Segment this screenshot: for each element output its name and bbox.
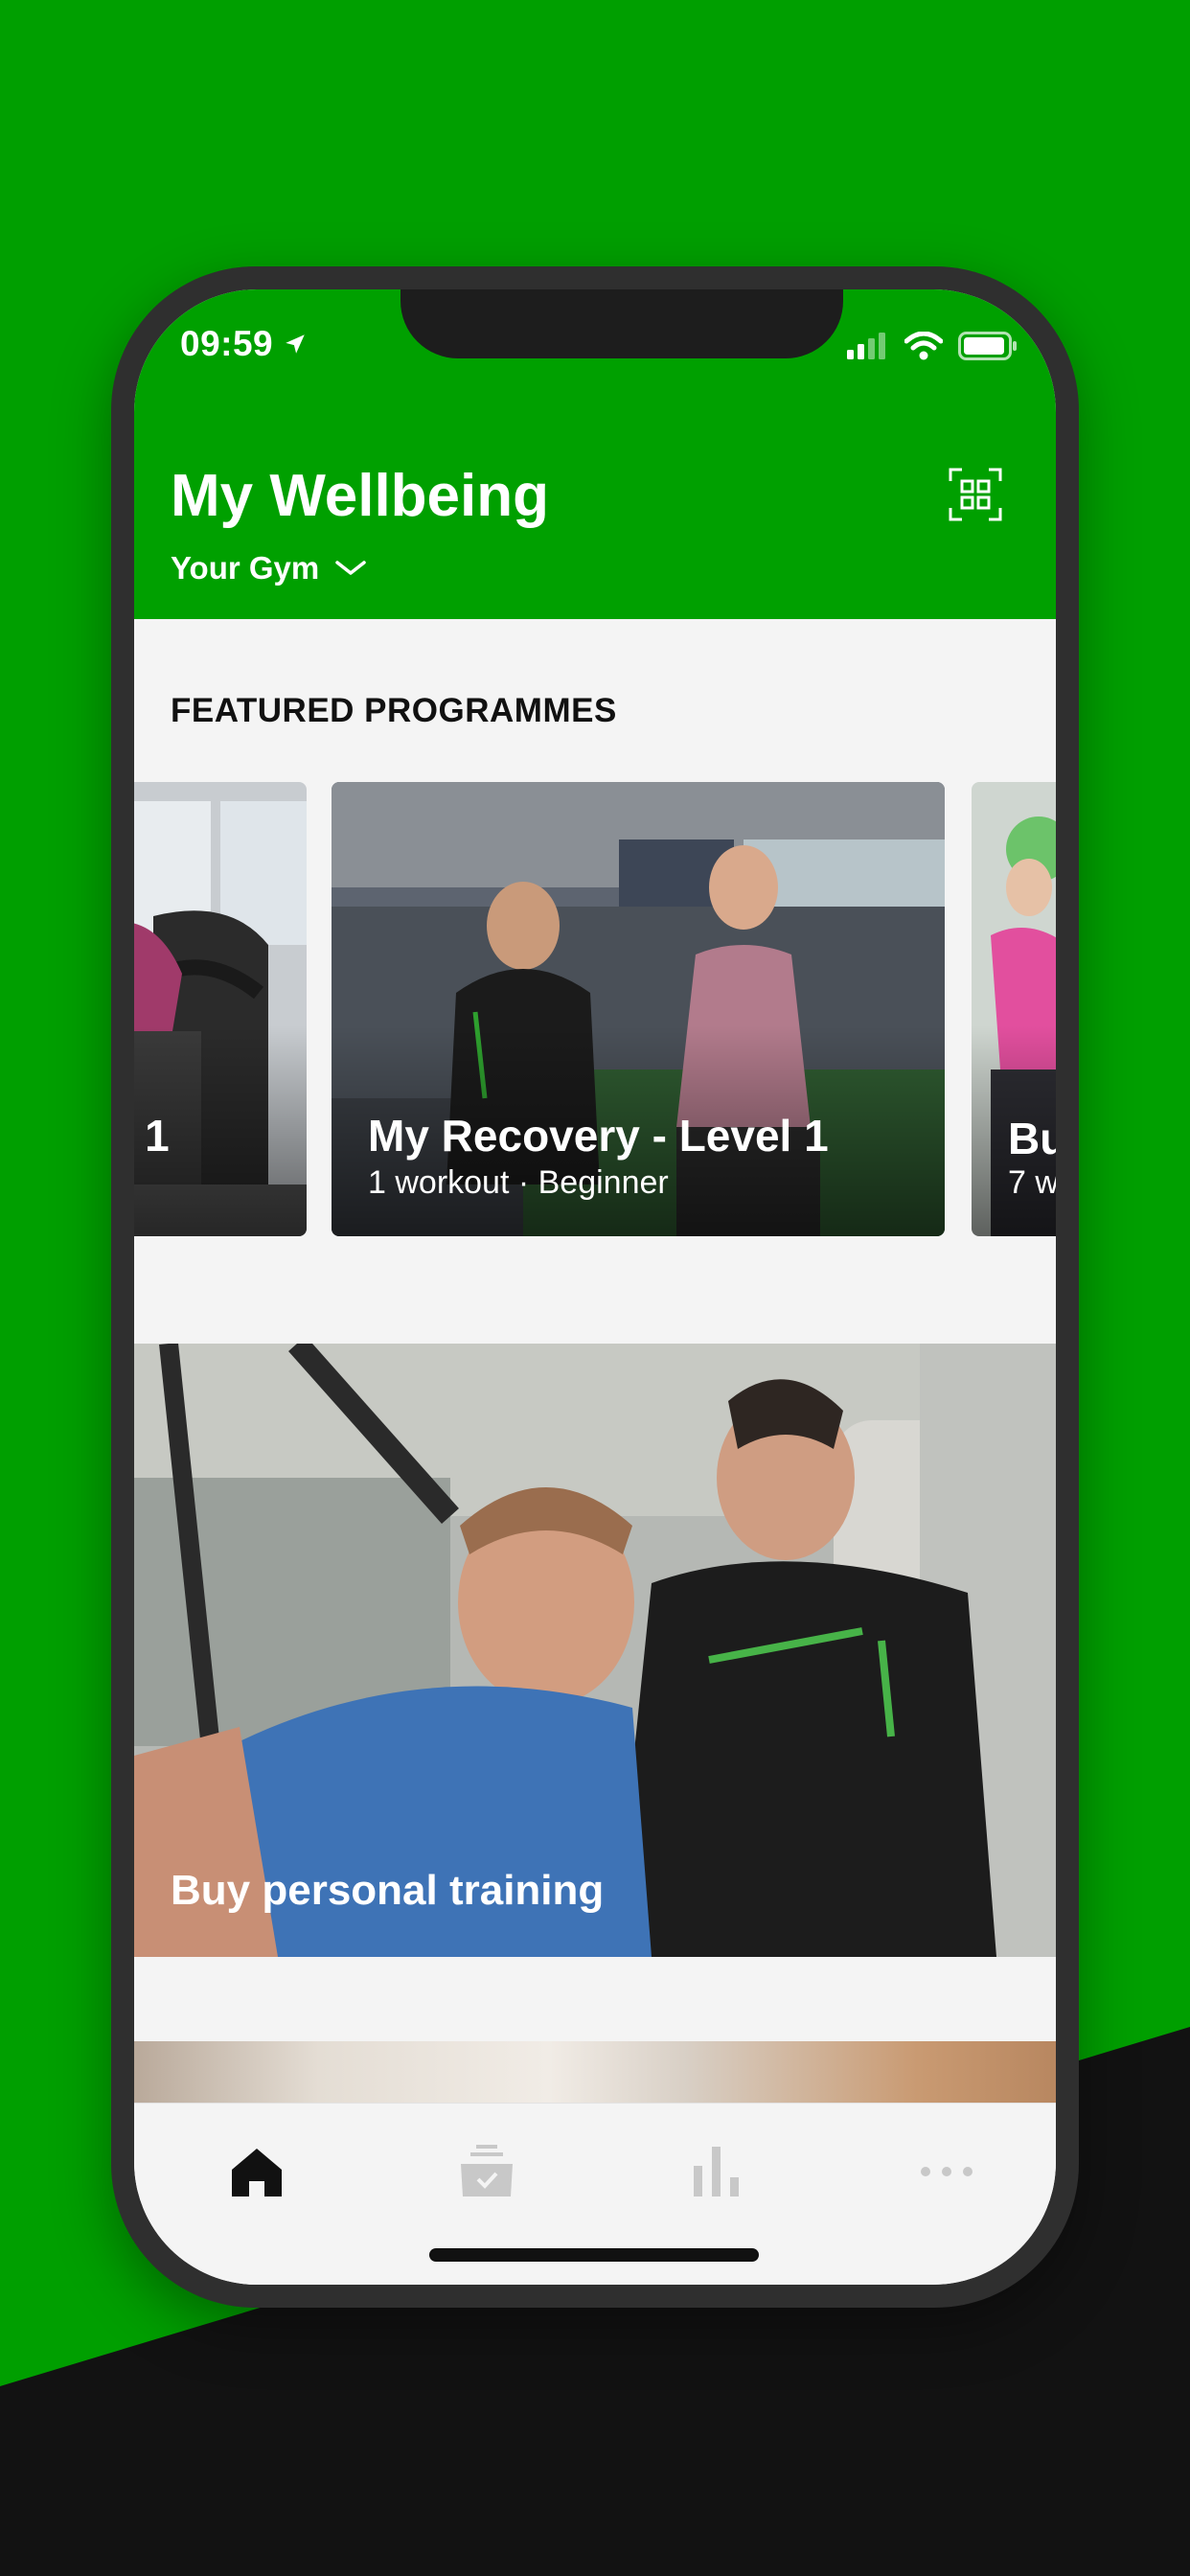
- programme-card[interactable]: My Recovery - Level 1 1 workout · Beginn…: [332, 782, 945, 1236]
- banner-title: Buy personal training: [171, 1867, 605, 1914]
- status-time: 09:59: [180, 324, 308, 364]
- phone-screen: 09:59 My Wellbeing Your Gym FEATURED PRO…: [134, 289, 1056, 2285]
- next-card-preview[interactable]: [134, 2041, 1056, 2104]
- status-icons: [847, 332, 1018, 360]
- card-subtitle: 7 w: [1008, 1164, 1056, 1201]
- tray-check-icon: [461, 2145, 513, 2196]
- bar-chart-icon: [694, 2147, 739, 2196]
- gym-selector-label: Your Gym: [171, 550, 320, 586]
- card-subtitle: 1 workout · Beginner: [368, 1164, 669, 1201]
- location-arrow-icon: [286, 334, 305, 354]
- featured-section-title: FEATURED PROGRAMMES: [171, 692, 617, 729]
- tab-bookings[interactable]: [448, 2138, 525, 2205]
- cellular-signal-icon: [847, 333, 885, 359]
- qr-code-icon: [949, 468, 1002, 521]
- phone-frame: 09:59 My Wellbeing Your Gym FEATURED PRO…: [111, 266, 1079, 2308]
- more-icon: [921, 2167, 973, 2176]
- home-icon: [232, 2149, 282, 2196]
- battery-icon: [958, 332, 1017, 360]
- tab-progress[interactable]: [678, 2138, 755, 2205]
- status-time-text: 09:59: [180, 324, 274, 363]
- gym-selector[interactable]: Your Gym: [171, 550, 367, 586]
- personal-training-banner[interactable]: Buy personal training: [134, 1344, 1056, 1957]
- banner-image: [134, 1344, 1056, 1957]
- page-title: My Wellbeing: [171, 463, 550, 529]
- chevron-down-icon: [335, 561, 367, 575]
- wifi-icon: [904, 332, 943, 360]
- card-title: el 1: [134, 1111, 170, 1161]
- programme-card[interactable]: Bu W 7 w: [972, 782, 1056, 1236]
- notch: [400, 289, 843, 358]
- card-title: Bu W: [1008, 1114, 1056, 1163]
- card-title: My Recovery - Level 1: [368, 1111, 829, 1161]
- tab-home[interactable]: [218, 2138, 295, 2205]
- qr-scan-button[interactable]: [949, 468, 1002, 526]
- tab-more[interactable]: [908, 2138, 985, 2205]
- home-indicator: [429, 2248, 759, 2262]
- programme-card[interactable]: el 1: [134, 782, 307, 1236]
